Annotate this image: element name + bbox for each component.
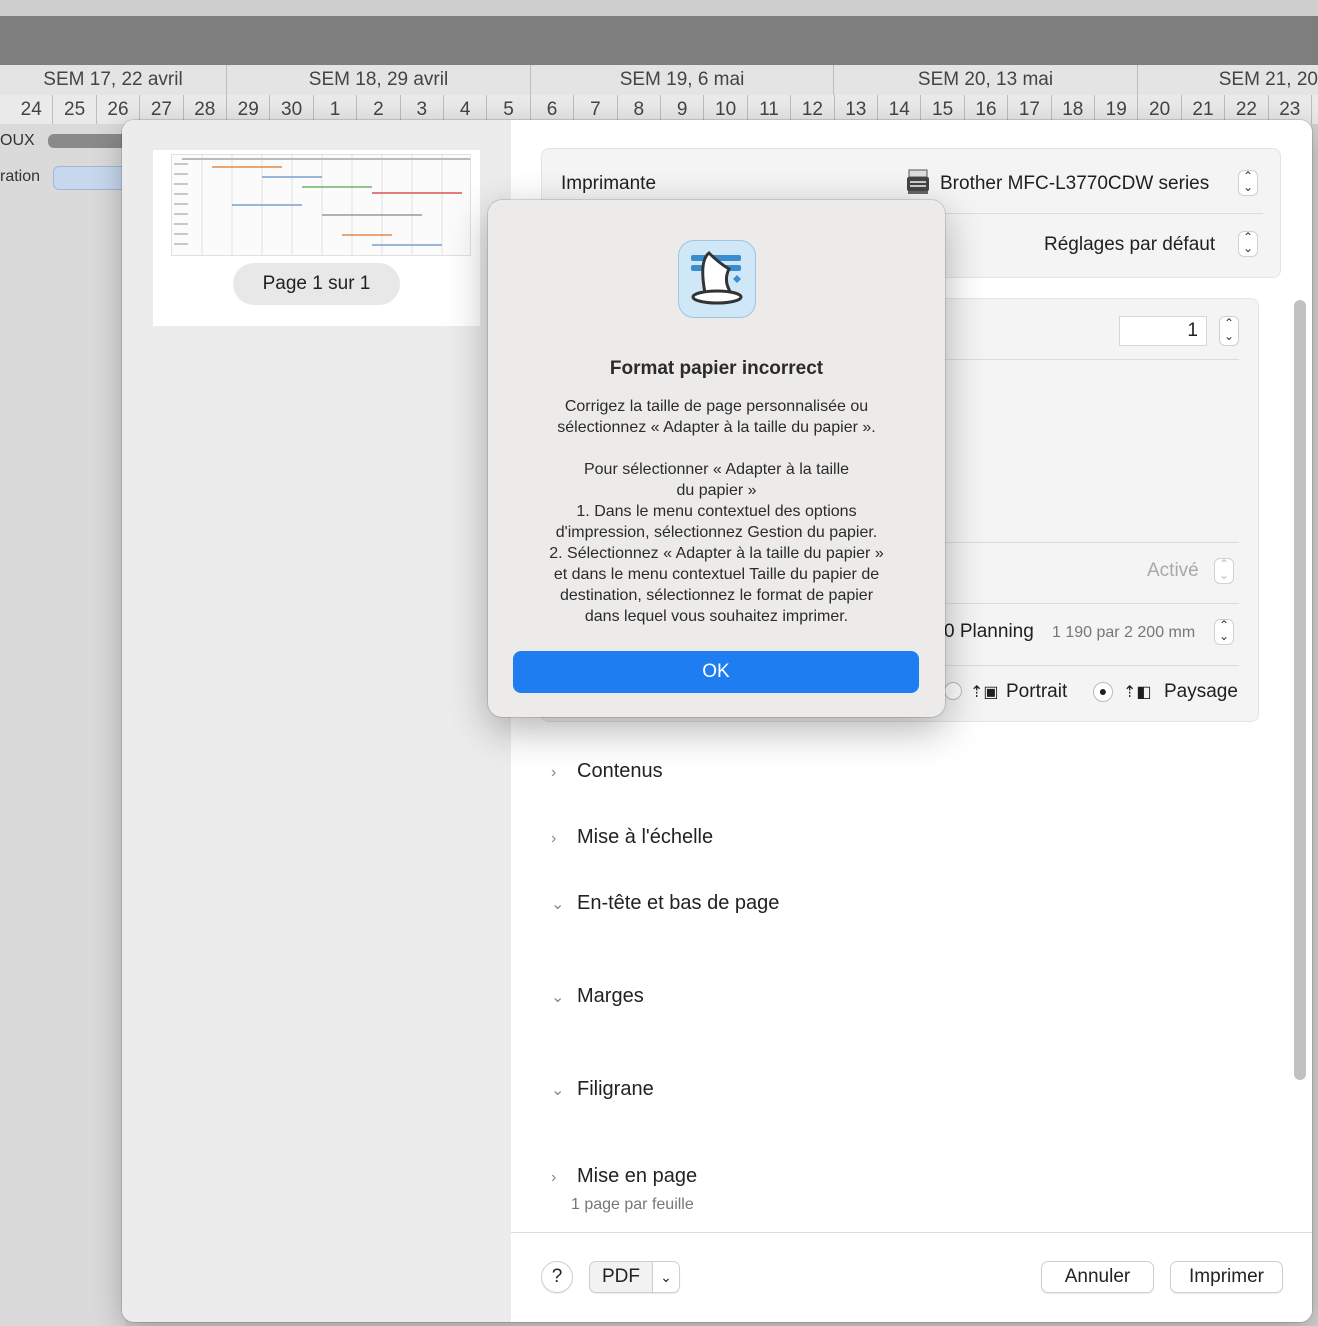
section-label: Mise en page	[577, 1165, 698, 1187]
pdf-menu-chevron-icon[interactable]: ⌄	[652, 1261, 680, 1293]
landscape-radio[interactable]: ●	[1093, 682, 1113, 702]
sheet-footer: ? PDF ⌄ Annuler Imprimer	[511, 1232, 1312, 1322]
wizard-hat-icon	[678, 240, 756, 318]
gantt-bar	[53, 166, 130, 190]
alert-title: Format papier incorrect	[609, 358, 824, 379]
day-label: 25	[53, 95, 97, 124]
section-label: En-tête et bas de page	[577, 892, 780, 914]
printer-popup-arrows-icon[interactable]: ⌃ ⌄	[1238, 170, 1258, 196]
preview-thumbnail	[171, 154, 471, 256]
printer-label: Imprimante	[561, 173, 657, 194]
app-toolbar	[0, 16, 1318, 65]
paper-size-dimensions: 1 190 par 2 200 mm	[1052, 624, 1196, 641]
copies-stepper[interactable]: ⌃ ⌄	[1219, 316, 1239, 346]
paper-popup-arrows-icon[interactable]: ⌃ ⌄	[1214, 619, 1234, 645]
chevron-right-icon: ›	[551, 830, 557, 847]
thumbnail-drawing	[174, 155, 470, 255]
portrait-radio[interactable]	[944, 682, 962, 700]
copies-field[interactable]: 1	[1119, 316, 1207, 346]
section-contents[interactable]: › Contenus	[551, 760, 663, 783]
week-label: SEM 20, 13 mai	[834, 65, 1138, 95]
section-label: Marges	[577, 985, 644, 1007]
section-label: Filigrane	[577, 1078, 654, 1100]
ok-button[interactable]: OK	[513, 651, 919, 693]
row-label: ration	[0, 168, 41, 185]
section-label: Contenus	[577, 760, 663, 782]
portrait-icon: ⇡▣	[970, 684, 999, 701]
printer-select[interactable]: Brother MFC-L3770CDW series	[940, 173, 1209, 195]
section-label: Mise à l'échelle	[577, 826, 714, 848]
chevron-down-icon: ⌄	[551, 1082, 565, 1099]
portrait-label: Portrait	[1006, 681, 1068, 702]
printer-icon	[906, 169, 930, 195]
layout-summary: 1 page par feuille	[571, 1196, 694, 1213]
section-scaling[interactable]: › Mise à l'échelle	[551, 826, 713, 849]
section-layout[interactable]: › Mise en page	[551, 1165, 697, 1188]
paper-size-name[interactable]: 0 Planning	[944, 621, 1034, 643]
week-label: SEM 17, 22 avril	[0, 65, 227, 95]
page-indicator: Page 1 sur 1	[233, 263, 400, 305]
row-label: OUX	[0, 132, 35, 149]
chevron-right-icon: ›	[551, 1169, 557, 1186]
duplex-select[interactable]: Activé	[1147, 560, 1199, 582]
preset-select[interactable]: Réglages par défaut	[1044, 234, 1215, 256]
landscape-label: Paysage	[1164, 681, 1238, 702]
pdf-button[interactable]: PDF	[589, 1261, 653, 1293]
gantt-rows: OUX ration	[0, 124, 130, 1326]
alert-dialog: Format papier incorrect Corrigez la tail…	[488, 200, 945, 717]
chevron-right-icon: ›	[551, 764, 557, 781]
day-label: 24	[10, 95, 54, 124]
section-header-footer[interactable]: ⌄ En-tête et bas de page	[551, 892, 779, 915]
preset-popup-arrows-icon[interactable]: ⌃ ⌄	[1238, 231, 1258, 257]
duplex-popup-arrows-icon[interactable]: ⌃ ⌄	[1214, 558, 1234, 584]
page-preview: Page 1 sur 1	[153, 150, 480, 326]
landscape-icon: ⇡◧	[1123, 684, 1152, 701]
preview-pane: Page 1 sur 1	[122, 120, 511, 1322]
print-button[interactable]: Imprimer	[1170, 1261, 1283, 1293]
help-button[interactable]: ?	[541, 1261, 573, 1293]
section-watermark[interactable]: ⌄ Filigrane	[551, 1078, 654, 1101]
chevron-down-icon: ⌄	[551, 989, 565, 1006]
cancel-button[interactable]: Annuler	[1041, 1261, 1154, 1293]
section-margins[interactable]: ⌄ Marges	[551, 985, 644, 1008]
week-header: SEM 17, 22 avril SEM 18, 29 avril SEM 19…	[0, 65, 1318, 96]
gantt-bar	[48, 134, 128, 148]
scrollbar[interactable]	[1294, 300, 1306, 1080]
window-titlebar	[0, 0, 1318, 16]
week-label: SEM 19, 6 mai	[531, 65, 834, 95]
week-label: SEM 21, 20	[1218, 69, 1318, 90]
week-label: SEM 18, 29 avril	[227, 65, 531, 95]
alert-message: Corrigez la taille de page personnalisée…	[549, 398, 884, 625]
chevron-down-icon: ⌄	[551, 896, 565, 913]
